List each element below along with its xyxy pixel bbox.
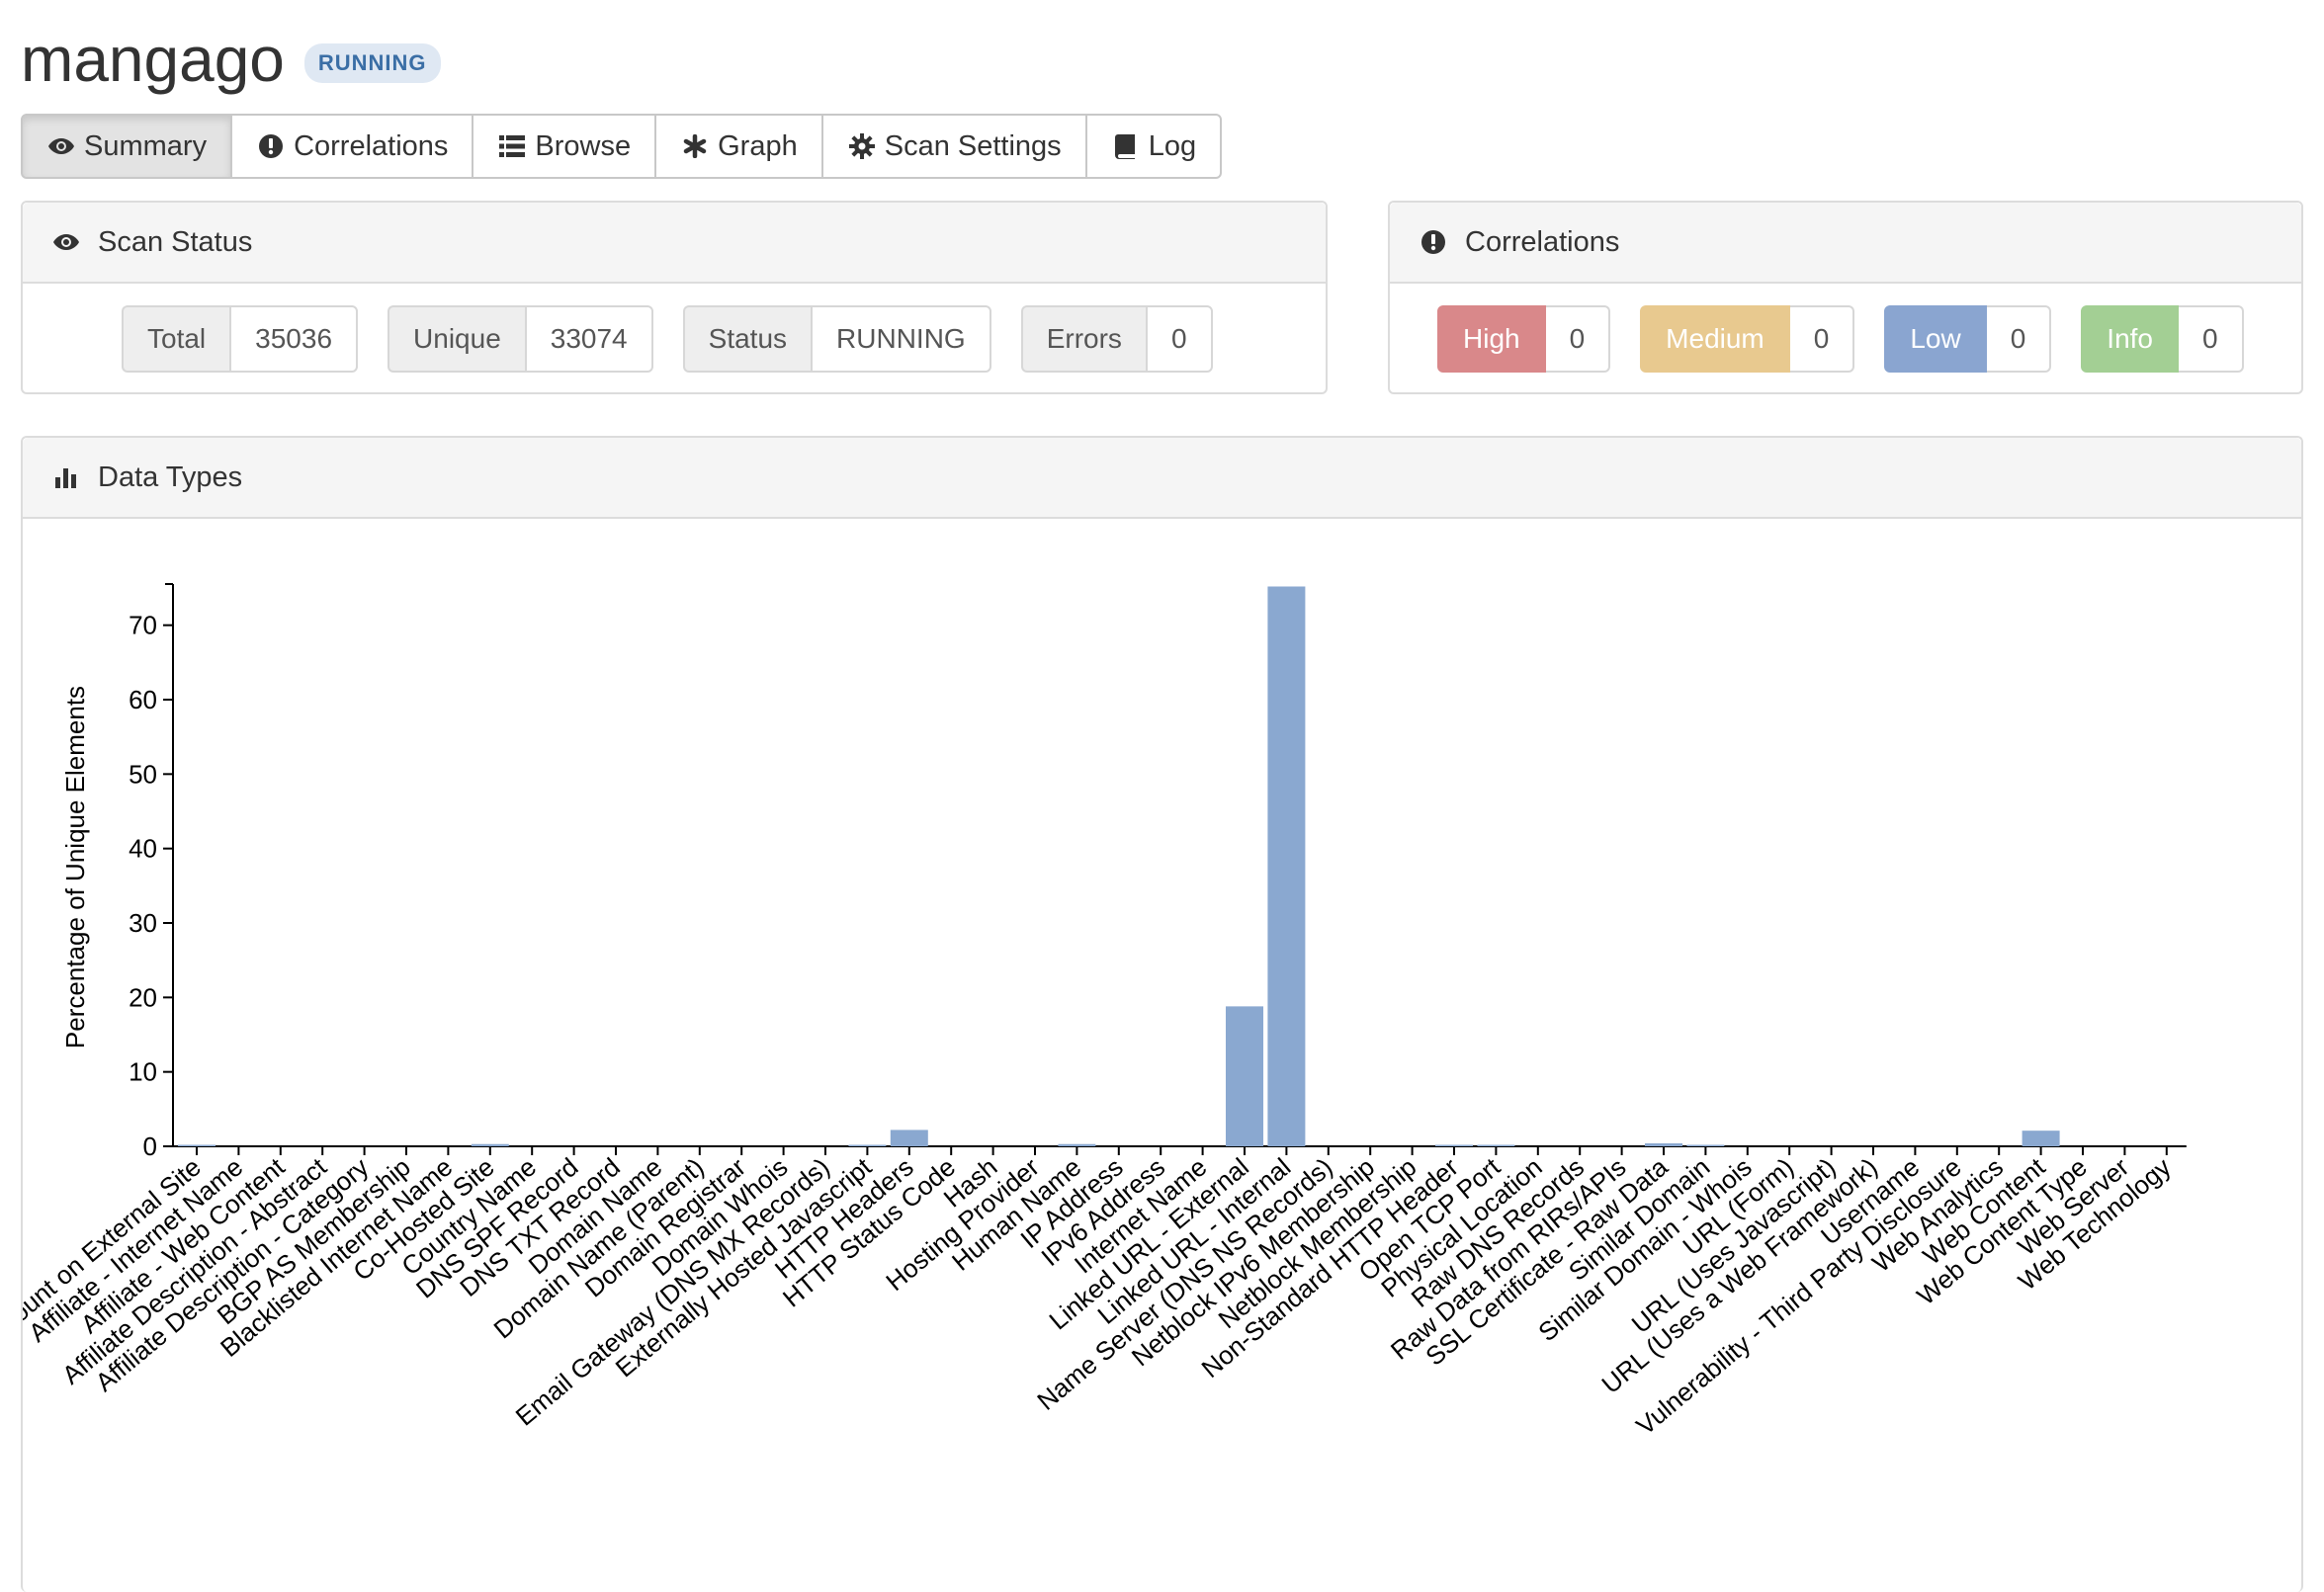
- high-count: 0: [1545, 305, 1611, 373]
- panel-header: Scan Status: [23, 203, 1326, 284]
- stat-status: Status RUNNING: [682, 305, 991, 373]
- book-icon: [1111, 131, 1141, 161]
- y-tick-label: 10: [129, 1057, 157, 1087]
- bar: [1645, 1142, 1682, 1146]
- info-label: Info: [2081, 305, 2179, 373]
- tab-browse[interactable]: Browse: [472, 114, 657, 179]
- correlations-panel: Correlations High 0 Medium 0 Low 0 Info …: [1388, 201, 2303, 394]
- correlation-counts: High 0 Medium 0 Low 0 Info 0: [1437, 305, 2274, 373]
- chart-plot: 0 10 20 30 40 50 60 70 Percentage of Unique Elem…: [23, 583, 2187, 1441]
- bar: [178, 1144, 215, 1146]
- bar: [1686, 1144, 1725, 1146]
- y-tick-label: 0: [143, 1131, 157, 1161]
- bar: [848, 1144, 887, 1146]
- stat-label: Unique: [387, 305, 525, 373]
- y-tick-label: 50: [129, 759, 157, 789]
- stat-value: 35036: [229, 305, 359, 373]
- correlation-high[interactable]: High 0: [1437, 305, 1611, 373]
- stat-value: 0: [1145, 305, 1213, 373]
- bar: [1435, 1144, 1473, 1146]
- bar: [471, 1143, 509, 1146]
- y-axis-label: Percentage of Unique Elements: [60, 686, 90, 1048]
- bar: [890, 1130, 928, 1146]
- data-types-chart: 0 10 20 30 40 50 60 70 Percentage of Unique Elem…: [23, 583, 2187, 1441]
- y-tick-label: 60: [129, 685, 157, 714]
- panel-title: Scan Status: [98, 225, 253, 258]
- y-tick-label: 20: [129, 982, 157, 1012]
- medium-count: 0: [1789, 305, 1855, 373]
- y-tick-label: 40: [129, 834, 157, 864]
- page: mangago RUNNING Summary Correlations Bro…: [0, 0, 2324, 1592]
- exclamation-circle-icon: [1418, 226, 1449, 258]
- page-title: mangago: [21, 24, 285, 95]
- bar: [1267, 586, 1306, 1146]
- panel-header: Correlations: [1390, 203, 2301, 284]
- tab-label: Graph: [718, 129, 798, 162]
- tab-label: Scan Settings: [884, 129, 1062, 162]
- bar: [2022, 1131, 2060, 1146]
- stat-label: Errors: [1020, 305, 1146, 373]
- status-badge: RUNNING: [303, 43, 441, 83]
- eye-icon: [46, 131, 76, 161]
- y-tick-label: 30: [129, 908, 157, 938]
- panel-header: Data Types: [23, 438, 2301, 519]
- tab-label: Correlations: [294, 129, 449, 162]
- medium-label: Medium: [1640, 305, 1790, 373]
- tab-scan-settings[interactable]: Scan Settings: [820, 114, 1087, 179]
- stat-total: Total 35036: [122, 305, 359, 373]
- stat-label: Status: [682, 305, 812, 373]
- bar: [1058, 1143, 1096, 1146]
- tab-label: Summary: [84, 129, 208, 162]
- tab-label: Browse: [535, 129, 632, 162]
- high-label: High: [1437, 305, 1546, 373]
- low-label: Low: [1884, 305, 1987, 373]
- tab-summary[interactable]: Summary: [21, 114, 233, 179]
- bar-chart-icon: [50, 461, 82, 493]
- panel-title: Correlations: [1465, 225, 1620, 258]
- exclamation-circle-icon: [256, 131, 286, 161]
- correlation-medium[interactable]: Medium 0: [1640, 305, 1855, 373]
- list-icon: [497, 131, 527, 161]
- stat-unique: Unique 33074: [387, 305, 653, 373]
- low-count: 0: [1986, 305, 2052, 373]
- tab-label: Log: [1148, 129, 1197, 162]
- y-tick-label: 70: [129, 611, 157, 640]
- info-count: 0: [2179, 305, 2244, 373]
- tab-log[interactable]: Log: [1084, 114, 1223, 179]
- scan-status-panel: Scan Status Total 35036 Unique 33074 Sta…: [21, 201, 1328, 394]
- stat-errors: Errors 0: [1020, 305, 1213, 373]
- bar: [1477, 1144, 1515, 1146]
- panel-title: Data Types: [98, 461, 243, 493]
- asterisk-icon: [680, 131, 710, 161]
- gear-icon: [847, 131, 877, 161]
- eye-icon: [50, 226, 82, 258]
- stat-label: Total: [122, 305, 230, 373]
- tab-graph[interactable]: Graph: [654, 114, 823, 179]
- bar: [1226, 1006, 1263, 1146]
- stat-value: 33074: [524, 305, 653, 373]
- tab-correlations[interactable]: Correlations: [230, 114, 474, 179]
- tab-bar: Summary Correlations Browse Graph Scan S…: [21, 114, 1223, 179]
- header: mangago RUNNING: [21, 22, 441, 97]
- correlation-info[interactable]: Info 0: [2081, 305, 2244, 373]
- scan-stats: Total 35036 Unique 33074 Status RUNNING …: [122, 305, 1243, 373]
- stat-value: RUNNING: [811, 305, 991, 373]
- correlation-low[interactable]: Low 0: [1884, 305, 2052, 373]
